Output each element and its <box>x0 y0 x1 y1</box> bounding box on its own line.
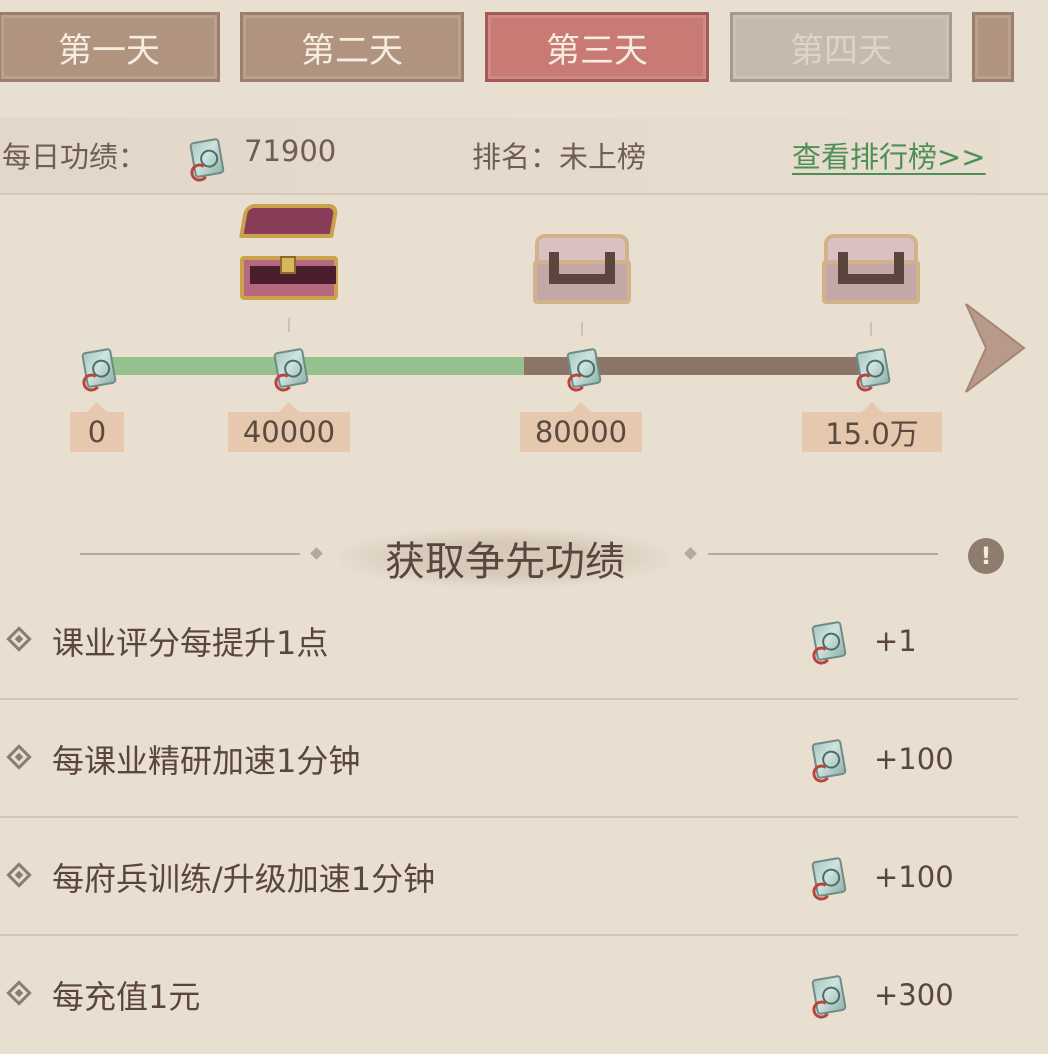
rule-value: +100 <box>874 860 954 894</box>
milestone-label: 40000 <box>228 402 350 452</box>
progress-fill <box>98 357 524 375</box>
section-dot <box>310 547 323 560</box>
section-rule-left <box>80 553 300 555</box>
section-title: 获取争先功绩 <box>340 528 670 588</box>
milestone-token-icon <box>566 347 602 389</box>
stats-bar: 每日功绩： 71900 排名：未上榜 查看排行榜>> <box>0 118 1048 194</box>
rule-value: +300 <box>874 978 954 1012</box>
chest-icon-locked-2[interactable] <box>822 234 920 304</box>
section-dot <box>684 547 697 560</box>
rank-text: 排名：未上榜 <box>472 140 647 174</box>
daily-merit-value: 71900 <box>244 134 337 168</box>
merit-token-icon <box>811 974 847 1016</box>
tab-day-5-partial[interactable] <box>972 12 1014 82</box>
milestone-token-icon <box>273 347 309 389</box>
milestone-tick <box>288 318 290 332</box>
daily-merit-label: 每日功绩： <box>2 140 148 174</box>
list-item: 每府兵训练/升级加速1分钟 +100 <box>0 818 1018 936</box>
tab-day-2[interactable]: 第二天 <box>240 12 464 82</box>
milestone-label: 15.0万 <box>802 402 942 452</box>
diamond-bullet-icon <box>6 980 32 1006</box>
merit-token-icon <box>811 738 847 780</box>
chest-icon-opened[interactable] <box>239 204 339 300</box>
rule-text: 每府兵训练/升级加速1分钟 <box>52 860 436 898</box>
diamond-bullet-icon <box>6 744 32 770</box>
merit-token-icon <box>811 856 847 898</box>
tab-day-1[interactable]: 第一天 <box>0 12 220 82</box>
milestone-token-icon <box>81 347 117 389</box>
tab-day-4[interactable]: 第四天 <box>730 12 952 82</box>
list-item: 每课业精研加速1分钟 +100 <box>0 700 1018 818</box>
tab-day-3[interactable]: 第三天 <box>485 12 709 82</box>
diamond-bullet-icon <box>6 626 32 652</box>
milestone-tick <box>870 322 872 336</box>
info-icon[interactable]: ! <box>968 538 1004 574</box>
list-item: 每充值1元 +300 <box>0 936 1018 1054</box>
divider <box>0 193 1048 195</box>
chest-icon-locked-1[interactable] <box>533 234 631 304</box>
rule-text: 每课业精研加速1分钟 <box>52 742 361 780</box>
milestone-label: 80000 <box>520 402 642 452</box>
next-arrow-icon[interactable] <box>958 302 1028 394</box>
rule-value: +1 <box>874 624 917 658</box>
diamond-bullet-icon <box>6 862 32 888</box>
milestone-token-icon <box>855 347 891 389</box>
merit-token-icon <box>189 137 225 179</box>
rule-value: +100 <box>874 742 954 776</box>
section-rule-right <box>708 553 938 555</box>
list-item: 课业评分每提升1点 +1 <box>0 582 1018 700</box>
milestone-tick <box>581 322 583 336</box>
rule-text: 课业评分每提升1点 <box>52 624 329 662</box>
view-leaderboard-link[interactable]: 查看排行榜>> <box>792 134 986 176</box>
rule-text: 每充值1元 <box>52 978 201 1016</box>
milestone-label: 0 <box>70 402 124 452</box>
merit-token-icon <box>811 620 847 662</box>
day-tabs: 第一天 第二天 第三天 第四天 <box>0 0 1048 100</box>
